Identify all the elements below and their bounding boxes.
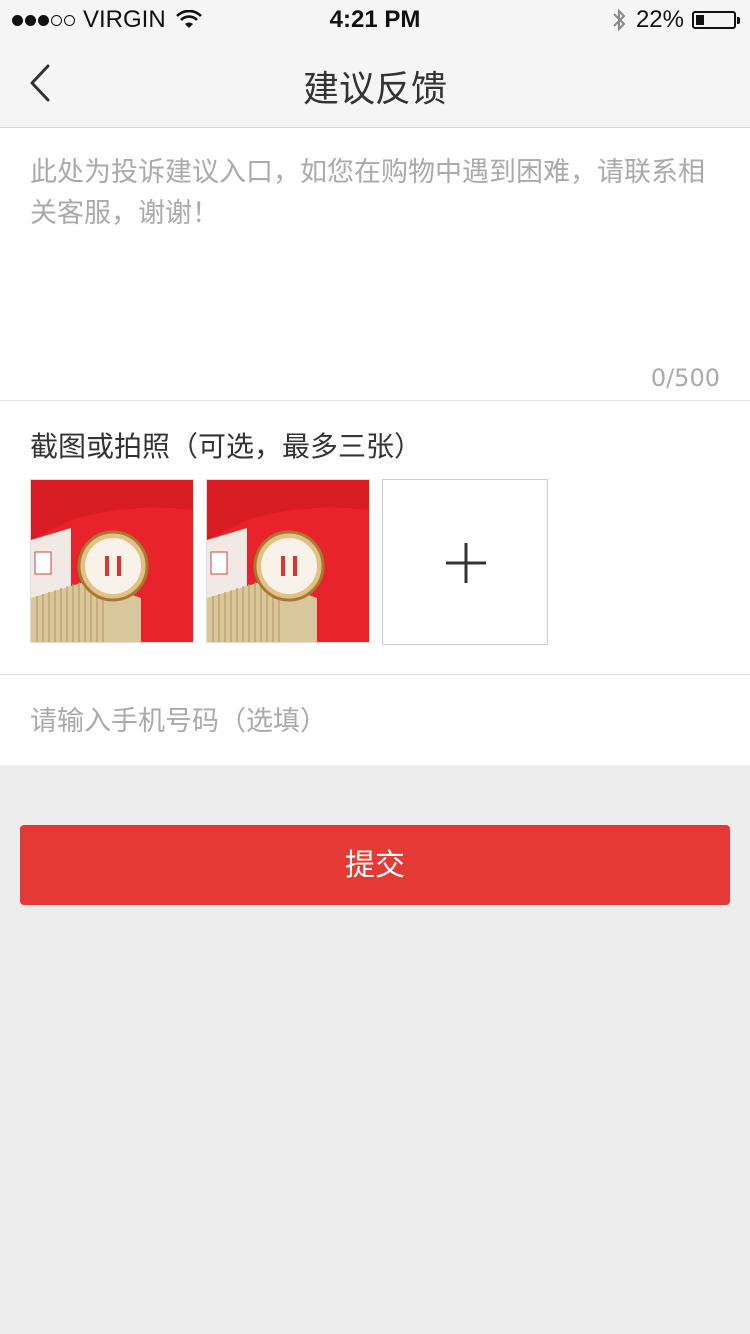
status-bar: VIRGIN 4:21 PM 22% xyxy=(0,0,750,40)
battery-level xyxy=(696,15,704,25)
plus-icon xyxy=(446,543,486,583)
photo-thumbnail[interactable] xyxy=(30,479,194,643)
add-photo-button[interactable] xyxy=(382,479,548,645)
feedback-textarea[interactable]: 此处为投诉建议入口，如您在购物中遇到困难，请联系相关客服，谢谢！ 0/500 xyxy=(0,128,750,401)
status-right: 22% xyxy=(612,6,740,34)
feedback-placeholder: 此处为投诉建议入口，如您在购物中遇到困难，请联系相关客服，谢谢！ xyxy=(30,157,705,229)
photo-label: 截图或拍照（可选，最多三张） xyxy=(30,430,423,463)
bluetooth-icon xyxy=(613,8,626,32)
thumbnail-image xyxy=(31,480,193,642)
thumbnail-image xyxy=(207,480,369,642)
photo-thumbnail[interactable] xyxy=(206,479,370,643)
battery-cap xyxy=(737,17,740,24)
photo-section: 截图或拍照（可选，最多三张） xyxy=(0,401,750,675)
char-counter: 0/500 xyxy=(650,364,720,392)
submit-button[interactable]: 提交 xyxy=(20,825,730,905)
nav-bar: 建议反馈 xyxy=(0,40,750,128)
page-title: 建议反馈 xyxy=(302,69,447,110)
phone-input[interactable] xyxy=(30,699,720,743)
battery-icon xyxy=(692,11,740,29)
phone-section xyxy=(0,675,750,765)
battery-percent: 22% xyxy=(635,6,684,33)
